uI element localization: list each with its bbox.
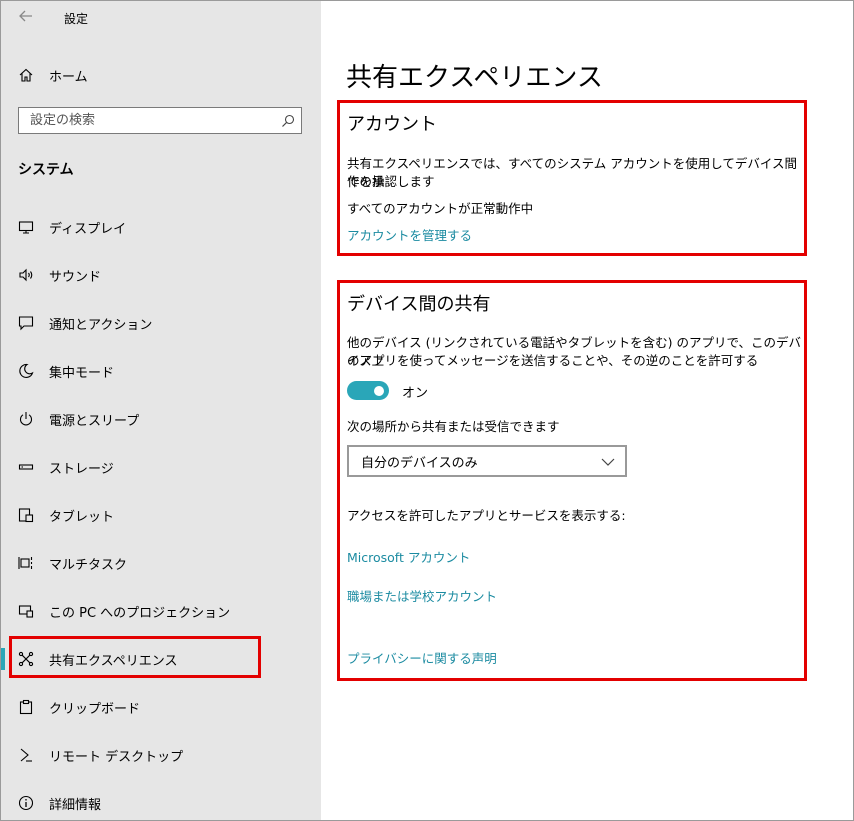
home-icon xyxy=(17,66,35,84)
account-description-line2: 作を承認します xyxy=(347,174,435,189)
sidebar-item-multitasking[interactable]: マルチタスク xyxy=(1,539,321,587)
manage-accounts-link[interactable]: アカウントを管理する xyxy=(347,227,472,245)
sound-icon xyxy=(17,266,35,284)
back-arrow-icon xyxy=(19,8,33,26)
apps-services-label: アクセスを許可したアプリとサービスを表示する: xyxy=(347,508,626,523)
sharing-heading: デバイス間の共有 xyxy=(347,294,491,315)
toggle-knob xyxy=(374,385,384,396)
sidebar-item-about[interactable]: 詳細情報 xyxy=(1,779,321,820)
share-location-dropdown[interactable]: 自分のデバイスのみ xyxy=(347,445,627,477)
search-input[interactable] xyxy=(19,108,280,133)
home-label: ホーム xyxy=(49,69,88,85)
sidebar-item-label: この PC へのプロジェクション xyxy=(49,605,231,621)
storage-icon xyxy=(17,458,35,476)
sidebar: 設定 ホーム システム ディスプレイ xyxy=(1,1,321,820)
display-icon xyxy=(17,218,35,236)
sidebar-item-label: 集中モード xyxy=(49,365,115,381)
sidebar-item-sound[interactable]: サウンド xyxy=(1,251,321,299)
settings-search-box[interactable] xyxy=(18,107,302,134)
settings-window: 設定 ホーム システム ディスプレイ xyxy=(0,0,854,821)
sidebar-item-storage[interactable]: ストレージ xyxy=(1,443,321,491)
tablet-icon xyxy=(17,506,35,524)
sidebar-item-label: 通知とアクション xyxy=(49,317,153,333)
sidebar-item-label: ストレージ xyxy=(49,461,114,477)
title-bar: 設定 xyxy=(1,1,321,35)
chevron-down-icon xyxy=(599,453,617,471)
sidebar-item-clipboard[interactable]: クリップボード xyxy=(1,683,321,731)
multitask-icon xyxy=(17,554,35,572)
sidebar-item-remote-desktop[interactable]: リモート デスクトップ xyxy=(1,731,321,779)
microsoft-account-link[interactable]: Microsoft アカウント xyxy=(347,549,470,567)
account-section: アカウント 共有エクスペリエンスでは、すべてのシステム アカウントを使用してデバ… xyxy=(337,100,807,256)
info-icon xyxy=(17,794,35,812)
sidebar-item-label: クリップボード xyxy=(49,701,141,717)
page-title: 共有エクスペリエンス xyxy=(346,63,603,93)
sidebar-item-power-sleep[interactable]: 電源とスリープ xyxy=(1,395,321,443)
sidebar-item-label: 電源とスリープ xyxy=(49,413,140,429)
window-title: 設定 xyxy=(64,12,89,26)
toggle-state-label: オン xyxy=(402,386,429,401)
clipboard-icon xyxy=(17,698,35,716)
device-sharing-section: デバイス間の共有 他のデバイス (リンクされている電話やタブレットを含む) のア… xyxy=(337,280,807,681)
sidebar-item-label: 詳細情報 xyxy=(49,797,102,813)
notification-icon xyxy=(17,314,35,332)
share-across-devices-toggle[interactable] xyxy=(347,381,389,400)
privacy-statement-link[interactable]: プライバシーに関する声明 xyxy=(347,650,497,668)
search-icon[interactable] xyxy=(279,112,297,130)
share-location-label: 次の場所から共有または受信できます xyxy=(347,419,560,434)
sidebar-item-label: リモート デスクトップ xyxy=(49,749,184,765)
moon-icon xyxy=(17,362,35,380)
work-school-account-link[interactable]: 職場または学校アカウント xyxy=(347,588,497,606)
sidebar-item-label: ディスプレイ xyxy=(49,221,127,237)
highlight-box-sidebar xyxy=(9,636,261,678)
remote-desktop-icon xyxy=(17,746,35,764)
sidebar-item-focus-assist[interactable]: 集中モード xyxy=(1,347,321,395)
system-section-heading: システム xyxy=(18,162,74,178)
home-nav-item[interactable]: ホーム xyxy=(1,61,321,89)
power-icon xyxy=(17,410,35,428)
sidebar-item-label: マルチタスク xyxy=(49,557,128,573)
main-content: 共有エクスペリエンス アカウント 共有エクスペリエンスでは、すべてのシステム ア… xyxy=(321,1,853,820)
sidebar-item-label: タブレット xyxy=(49,509,115,525)
sidebar-item-projecting[interactable]: この PC へのプロジェクション xyxy=(1,587,321,635)
sidebar-item-label: サウンド xyxy=(49,269,102,285)
sidebar-item-tablet[interactable]: タブレット xyxy=(1,491,321,539)
back-button[interactable] xyxy=(13,5,39,29)
account-heading: アカウント xyxy=(347,114,437,135)
sharing-description-line2: のアプリを使ってメッセージを送信することや、その逆のことを許可する xyxy=(347,353,759,368)
sidebar-item-display[interactable]: ディスプレイ xyxy=(1,203,321,251)
dropdown-selected-value: 自分のデバイスのみ xyxy=(361,455,478,471)
projection-icon xyxy=(17,602,35,620)
account-status: すべてのアカウントが正常動作中 xyxy=(347,201,534,216)
system-nav-list: ディスプレイ サウンド 通知とアクション 集中モード 電源とスリープ ストレージ… xyxy=(1,203,321,820)
sidebar-item-notifications[interactable]: 通知とアクション xyxy=(1,299,321,347)
